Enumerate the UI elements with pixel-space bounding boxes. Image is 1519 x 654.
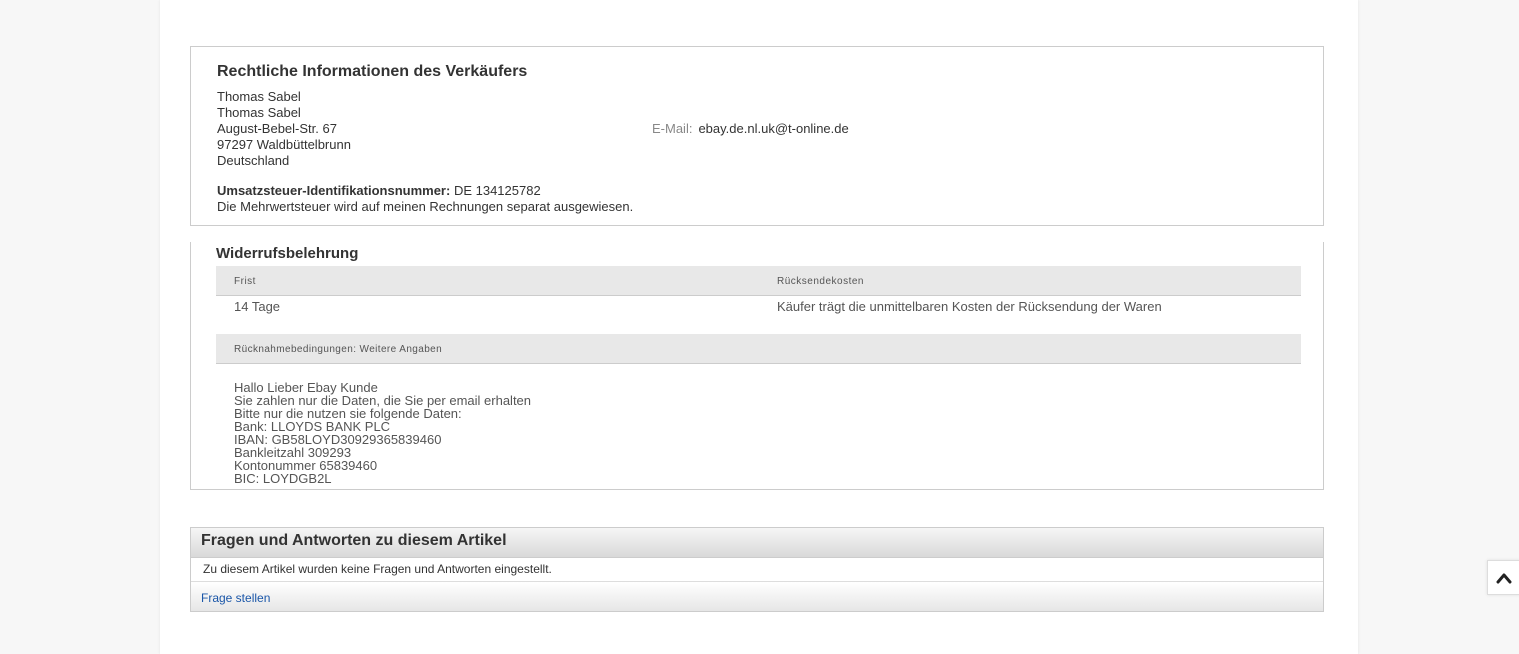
period-value: 14 Tage [234, 299, 281, 314]
terms-header: Rücknahmebedingungen: Weitere Angaben [216, 334, 1301, 364]
withdrawal-table-header: Frist Rücksendekosten [216, 266, 1301, 296]
seller-city: 97297 Waldbüttelbrunn [217, 137, 351, 152]
seller-name-line-1: Thomas Sabel [217, 89, 301, 104]
vat-label: Umsatzsteuer-Identifikationsnummer: [217, 183, 451, 198]
terms-line: BIC: LOYDGB2L [234, 471, 332, 486]
chevron-up-icon [1496, 573, 1512, 583]
withdrawal-section: Widerrufsbelehrung Frist Rücksendekosten… [190, 242, 1324, 490]
questions-answers-section: Fragen und Antworten zu diesem Artikel Z… [190, 527, 1324, 612]
email-value: ebay.de.nl.uk@t-online.de [698, 121, 849, 136]
seller-name-line-2: Thomas Sabel [217, 105, 301, 120]
seller-email-row: E-Mail: ebay.de.nl.uk@t-online.de [652, 121, 849, 137]
vat-note: Die Mehrwertsteuer wird auf meinen Rechn… [217, 199, 634, 214]
seller-address: Thomas Sabel Thomas Sabel August-Bebel-S… [217, 89, 351, 169]
vat-info: Umsatzsteuer-Identifikationsnummer: DE 1… [217, 183, 633, 215]
email-label: E-Mail: [652, 121, 693, 136]
seller-country: Deutschland [217, 153, 290, 168]
qa-title: Fragen und Antworten zu diesem Artikel [201, 532, 507, 549]
withdrawal-title: Widerrufsbelehrung [216, 245, 359, 262]
qa-header: Fragen und Antworten zu diesem Artikel [191, 528, 1323, 558]
return-costs-value: Käufer trägt die unmittelbaren Kosten de… [777, 299, 1162, 314]
terms-text: Hallo Lieber Ebay Kunde Sie zahlen nur d… [234, 381, 531, 485]
page-content: Rechtliche Informationen des Verkäufers … [160, 0, 1358, 654]
seller-street: August-Bebel-Str. 67 [217, 121, 337, 136]
qa-footer: Frage stellen [191, 582, 1323, 611]
qa-empty-text: Zu diesem Artikel wurden keine Fragen un… [203, 562, 552, 576]
vat-value: DE 134125782 [450, 183, 541, 198]
seller-legal-info-title: Rechtliche Informationen des Verkäufers [217, 63, 528, 80]
terms-header-label: Rücknahmebedingungen: Weitere Angaben [234, 344, 443, 355]
seller-legal-info-section: Rechtliche Informationen des Verkäufers … [190, 46, 1324, 226]
scroll-to-top-button[interactable] [1487, 560, 1519, 595]
ask-question-link[interactable]: Frage stellen [191, 582, 270, 605]
qa-body: Zu diesem Artikel wurden keine Fragen un… [191, 558, 1323, 582]
table-row: 14 Tage Käufer trägt die unmittelbaren K… [216, 299, 1301, 319]
column-header-period: Frist [234, 276, 256, 287]
column-header-return-costs: Rücksendekosten [777, 276, 864, 287]
